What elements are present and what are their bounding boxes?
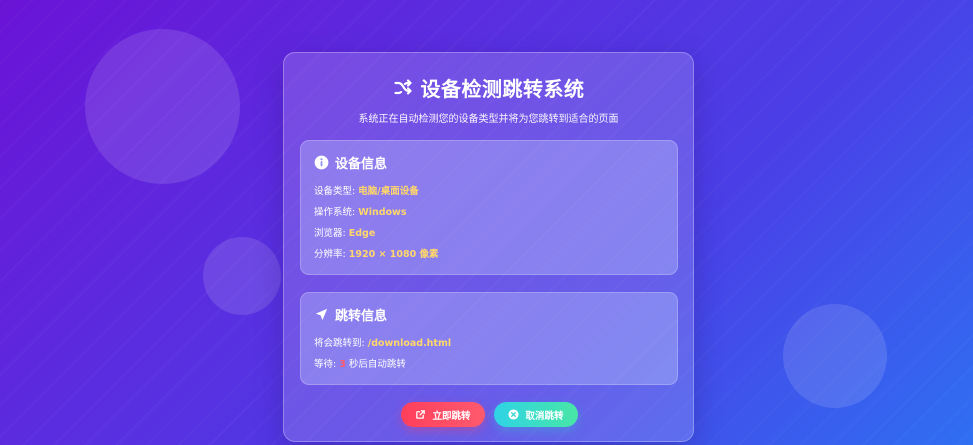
countdown-row: 等待: 3 秒后自动跳转	[314, 358, 664, 371]
shuffle-icon	[393, 78, 412, 94]
redirect-now-label: 立即跳转	[432, 410, 471, 422]
redirect-target-row: 将会跳转到: /download.html	[314, 337, 664, 350]
device-info-heading-text: 设备信息	[335, 156, 388, 172]
cancel-circle-icon	[508, 409, 520, 420]
os-value: Windows	[358, 207, 407, 218]
resolution-value: 1920 × 1080 像素	[348, 249, 439, 260]
wait-suffix: 秒后自动跳转	[348, 359, 406, 370]
resolution-row: 分辨率: 1920 × 1080 像素	[314, 248, 664, 261]
redirect-card: 设备检测跳转系统 系统正在自动检测您的设备类型并将为您跳转到适合的页面 设备信息…	[283, 52, 694, 442]
redirect-info-heading: 跳转信息	[314, 305, 664, 324]
redirect-target-label: 将会跳转到:	[314, 338, 365, 349]
cancel-redirect-label: 取消跳转	[525, 410, 564, 422]
info-circle-icon	[314, 155, 329, 169]
location-arrow-icon	[315, 308, 328, 320]
wait-label: 等待:	[314, 359, 337, 370]
decorative-bubble	[203, 237, 281, 315]
redirect-target-value: /download.html	[367, 338, 452, 349]
redirect-now-button[interactable]: 立即跳转	[401, 402, 485, 427]
browser-value: Edge	[348, 228, 376, 239]
page-title: 设备检测跳转系统	[284, 73, 693, 102]
device-info-panel: 设备信息 设备类型: 电脑/桌面设备 操作系统: Windows 浏览器: Ed…	[300, 140, 678, 275]
page-title-text: 设备检测跳转系统	[420, 77, 585, 101]
device-type-row: 设备类型: 电脑/桌面设备	[314, 185, 664, 198]
device-type-label: 设备类型:	[314, 186, 356, 197]
decorative-bubble	[783, 304, 887, 408]
page-subtitle: 系统正在自动检测您的设备类型并将为您跳转到适合的页面	[358, 114, 619, 125]
countdown-value: 3	[339, 359, 346, 370]
redirect-info-panel: 跳转信息 将会跳转到: /download.html 等待: 3 秒后自动跳转	[300, 292, 678, 385]
browser-label: 浏览器:	[314, 228, 346, 239]
redirect-info-heading-text: 跳转信息	[335, 308, 388, 324]
external-link-icon	[416, 410, 426, 419]
resolution-label: 分辨率:	[314, 249, 346, 260]
decorative-bubble	[85, 29, 240, 184]
os-label: 操作系统:	[314, 207, 356, 218]
os-row: 操作系统: Windows	[314, 206, 664, 219]
cancel-redirect-button[interactable]: 取消跳转	[494, 402, 578, 427]
device-type-value: 电脑/桌面设备	[358, 186, 419, 197]
device-info-heading: 设备信息	[314, 153, 664, 172]
browser-row: 浏览器: Edge	[314, 227, 664, 240]
